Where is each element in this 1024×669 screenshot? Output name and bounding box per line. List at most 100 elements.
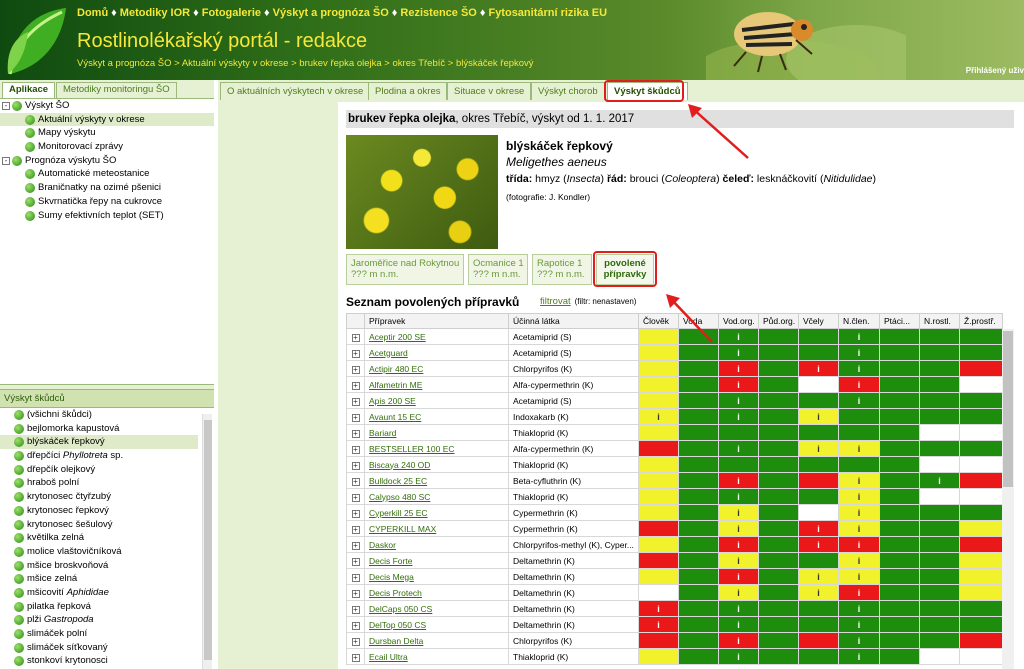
risk-cell[interactable]: i — [838, 552, 880, 569]
expand-plus-icon[interactable]: + — [351, 429, 360, 438]
product-link[interactable]: Ecail Ultra — [369, 652, 408, 662]
tree-item[interactable]: Monitorovací zprávy — [0, 140, 214, 154]
risk-cell[interactable]: i — [798, 536, 839, 553]
product-link[interactable]: Cyperkill 25 EC — [369, 508, 428, 518]
product-link[interactable]: DelTop 050 CS — [369, 620, 426, 630]
tab-district-situation[interactable]: Situace v okrese — [447, 82, 532, 100]
pest-list-item[interactable]: krytonosec čtyřzubý — [0, 490, 198, 504]
nav-home[interactable]: Domů — [77, 7, 108, 19]
product-link[interactable]: Bulldock 25 EC — [369, 476, 427, 486]
risk-cell[interactable]: i — [838, 392, 880, 409]
product-link[interactable]: Decis Protech — [369, 588, 422, 598]
product-link[interactable]: CYPERKILL MAX — [369, 524, 436, 534]
tab-crop-district[interactable]: Plodina a okres — [368, 82, 448, 100]
column-header[interactable]: Včely — [798, 313, 839, 329]
expand-plus-icon[interactable]: + — [351, 509, 360, 518]
expand-plus-icon[interactable]: + — [351, 621, 360, 630]
risk-cell[interactable]: i — [638, 600, 679, 617]
column-header[interactable]: Půd.org. — [758, 313, 799, 329]
product-link[interactable]: DelCaps 050 CS — [369, 604, 432, 614]
risk-cell[interactable]: i — [718, 552, 759, 569]
risk-cell[interactable]: i — [838, 360, 880, 377]
risk-cell[interactable]: i — [718, 360, 759, 377]
risk-cell[interactable]: i — [838, 328, 880, 345]
nav-gallery[interactable]: Fotogalerie — [202, 7, 261, 19]
tree-item[interactable]: - Prognóza výskytu ŠO — [0, 154, 214, 168]
collapse-toggle-icon[interactable]: - — [2, 156, 10, 165]
expand-plus-icon[interactable]: + — [351, 461, 360, 470]
expand-plus-icon[interactable]: + — [351, 573, 360, 582]
product-link[interactable]: Dursban Delta — [369, 636, 423, 646]
tab-monitoring-methodics[interactable]: Metodiky monitoringu ŠO — [56, 82, 177, 98]
product-link[interactable]: Actipir 480 EC — [369, 364, 423, 374]
pest-list-item[interactable]: (všichni škůdci) — [0, 408, 198, 422]
tree-item[interactable]: Braničnatky na ozimé pšenici — [0, 181, 214, 195]
risk-cell[interactable]: i — [718, 616, 759, 633]
pest-list-item[interactable]: mšice zelná — [0, 572, 198, 586]
risk-cell[interactable]: i — [638, 616, 679, 633]
pest-list-item[interactable]: hraboš polní — [0, 476, 198, 490]
risk-cell[interactable]: i — [838, 520, 880, 537]
column-header[interactable]: Člověk — [638, 313, 679, 329]
expand-plus-icon[interactable]: + — [351, 477, 360, 486]
risk-cell[interactable]: i — [718, 408, 759, 425]
tree-item[interactable]: Aktuální výskyty v okrese — [0, 112, 214, 127]
expand-plus-icon[interactable]: + — [351, 365, 360, 374]
expand-plus-icon[interactable]: + — [351, 637, 360, 646]
column-header[interactable]: N.člen. — [838, 313, 880, 329]
risk-cell[interactable]: i — [798, 360, 839, 377]
risk-cell[interactable]: i — [718, 376, 759, 393]
risk-cell[interactable]: i — [638, 408, 679, 425]
risk-cell[interactable]: i — [718, 392, 759, 409]
risk-cell[interactable]: i — [718, 504, 759, 521]
pest-list-item[interactable]: blýskáček řepkový — [0, 435, 198, 450]
risk-cell[interactable]: i — [919, 472, 960, 489]
pest-list-item[interactable]: bejlomorka kapustová — [0, 422, 198, 436]
risk-cell[interactable]: i — [718, 584, 759, 601]
product-link[interactable]: Avaunt 15 EC — [369, 412, 421, 422]
risk-cell[interactable]: i — [798, 568, 839, 585]
pest-list-item[interactable]: stonkoví krytonosci — [0, 654, 198, 668]
expand-plus-icon[interactable]: + — [351, 541, 360, 550]
expand-plus-icon[interactable]: + — [351, 349, 360, 358]
risk-cell[interactable]: i — [718, 488, 759, 505]
table-scrollbar[interactable] — [1002, 329, 1014, 669]
pest-list-item[interactable]: mšice broskvoňová — [0, 559, 198, 573]
column-header[interactable]: Přípravek — [364, 313, 509, 329]
risk-cell[interactable]: i — [838, 648, 880, 665]
pest-list-item[interactable]: plži Gastropoda — [0, 613, 198, 627]
product-link[interactable]: Calypso 480 SC — [369, 492, 430, 502]
pest-list-item[interactable]: dřepčík olejkový — [0, 463, 198, 477]
expand-plus-icon[interactable]: + — [351, 653, 360, 662]
tree-item[interactable]: Automatické meteostanice — [0, 167, 214, 181]
product-link[interactable]: Alfametrin ME — [369, 380, 422, 390]
risk-cell[interactable]: i — [838, 584, 880, 601]
tab-diseases[interactable]: Výskyt chorob — [531, 82, 605, 100]
risk-cell[interactable]: i — [718, 648, 759, 665]
product-link[interactable]: Acetguard — [369, 348, 408, 358]
risk-cell[interactable]: i — [838, 632, 880, 649]
risk-cell[interactable]: i — [718, 600, 759, 617]
risk-cell[interactable]: i — [718, 328, 759, 345]
column-header[interactable]: N.rostl. — [919, 313, 960, 329]
pest-list-item[interactable]: mšicovití Aphididae — [0, 586, 198, 600]
scrollbar-thumb[interactable] — [204, 420, 212, 660]
expand-plus-icon[interactable]: + — [351, 333, 360, 342]
tab-about[interactable]: O aktuálních výskytech v okrese — [220, 82, 371, 100]
risk-cell[interactable]: i — [838, 344, 880, 361]
expand-plus-icon[interactable]: + — [351, 381, 360, 390]
risk-cell[interactable]: i — [718, 568, 759, 585]
product-link[interactable]: Aceptir 200 SE — [369, 332, 426, 342]
login-status[interactable]: Přihlášený uživ — [966, 66, 1024, 75]
expand-plus-icon[interactable]: + — [351, 413, 360, 422]
pest-list-item[interactable]: krytonosec řepkový — [0, 504, 198, 518]
risk-cell[interactable]: i — [798, 408, 839, 425]
nav-risks[interactable]: Fytosanitární rizika EU — [488, 7, 607, 19]
tree-item[interactable]: - Výskyt ŠO — [0, 99, 214, 113]
risk-cell[interactable]: i — [838, 376, 880, 393]
risk-cell[interactable]: i — [718, 536, 759, 553]
risk-cell[interactable]: i — [718, 520, 759, 537]
pest-list-item[interactable]: slimáček polní — [0, 627, 198, 641]
column-header[interactable]: Voda — [678, 313, 719, 329]
nav-occurrence[interactable]: Výskyt a prognóza ŠO — [273, 7, 389, 19]
